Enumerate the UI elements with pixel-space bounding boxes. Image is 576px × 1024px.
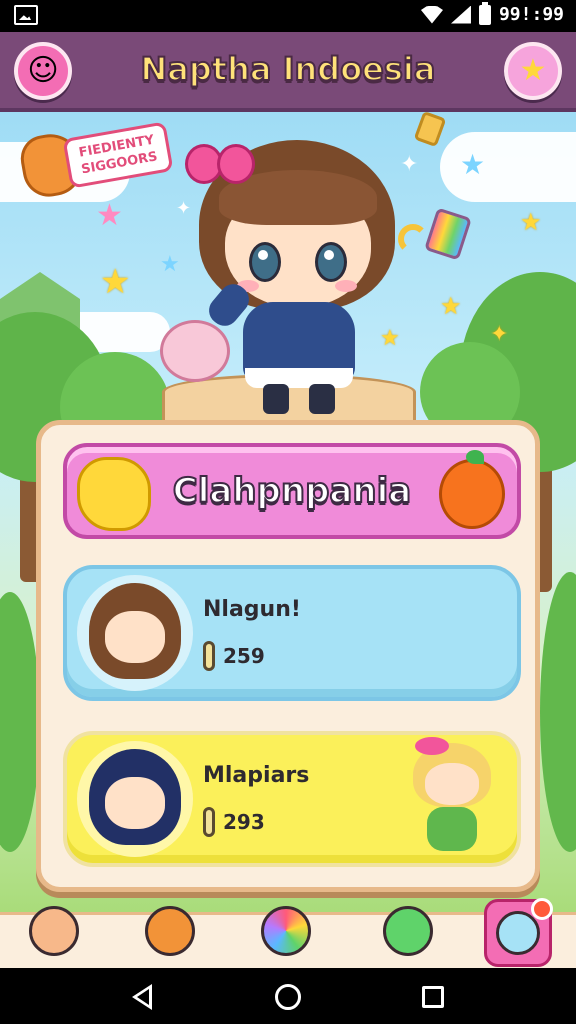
- card-score: 293: [223, 810, 265, 834]
- character-avatar: [77, 575, 193, 691]
- character-blush: [335, 280, 357, 292]
- character-eye: [249, 242, 281, 282]
- card-score-row: 259: [203, 641, 265, 671]
- emoji-badge-button[interactable]: ☺: [14, 42, 72, 100]
- status-right: 99!:99: [420, 1, 564, 25]
- character-card[interactable]: Mlapiars 293: [63, 731, 521, 867]
- nav-slime-button[interactable]: [378, 901, 438, 961]
- star-icon: ★: [160, 252, 180, 277]
- star-icon: ★: [460, 148, 486, 181]
- avatar-face: [105, 611, 165, 663]
- buddy-character: [407, 735, 497, 855]
- pet-companion[interactable]: [160, 320, 230, 382]
- buddy-face: [425, 763, 479, 805]
- rainbow-tab-icon: [261, 906, 311, 956]
- token-icon: [203, 807, 215, 837]
- hedge: [0, 592, 40, 852]
- hair-bow-icon: [415, 737, 449, 755]
- banner-title: Clahpnpania: [172, 470, 412, 512]
- candy-icon: [424, 207, 472, 261]
- character-leg: [309, 384, 335, 414]
- card-name: Nlagun!: [203, 597, 301, 622]
- status-time: 99!:99: [498, 4, 564, 25]
- candy-icon: [413, 112, 447, 148]
- system-nav-bar: [0, 968, 576, 1024]
- card-score: 259: [223, 644, 265, 668]
- hair-bow-icon: [185, 140, 255, 184]
- recents-icon[interactable]: [422, 986, 444, 1008]
- hedge: [540, 572, 576, 852]
- bottom-nav: [0, 898, 576, 968]
- star-icon: ★: [520, 208, 542, 236]
- nav-bear-button[interactable]: [140, 901, 200, 961]
- star-icon: ★: [100, 262, 131, 302]
- star-icon: ★: [440, 292, 462, 320]
- battery-icon: [478, 1, 491, 25]
- wifi-icon: [420, 5, 443, 24]
- game-header: ☺ Naptha Indoesia ★: [0, 32, 576, 112]
- notification-dot: [531, 898, 553, 920]
- selection-panel: Clahpnpania Nlagun! 259 Mlapiars 293: [36, 420, 540, 892]
- token-icon: [203, 641, 215, 671]
- game-title: Naptha Indoesia: [140, 49, 437, 89]
- bear-tab-icon: [145, 906, 195, 956]
- favorites-button[interactable]: ★: [504, 42, 562, 100]
- character-eye: [315, 242, 347, 282]
- buddy-body: [427, 807, 477, 851]
- event-sign[interactable]: FIEDIENTY SIGGOORS: [17, 121, 174, 201]
- sun-mascot-icon: [77, 457, 151, 531]
- nav-avatar-button[interactable]: [24, 901, 84, 961]
- star-icon: ★: [96, 198, 123, 233]
- character-skirt: [245, 368, 353, 388]
- event-sign-label: FIEDIENTY SIGGOORS: [62, 121, 174, 189]
- star-icon: ★: [519, 53, 547, 88]
- back-icon[interactable]: [130, 984, 156, 1010]
- character-card[interactable]: Nlagun! 259: [63, 565, 521, 701]
- avatar-tab-icon: [29, 906, 79, 956]
- signal-icon: [450, 5, 471, 24]
- home-icon[interactable]: [275, 984, 301, 1010]
- image-icon: [14, 5, 38, 25]
- player-character[interactable]: [185, 130, 415, 420]
- orange-mascot-icon: [439, 450, 505, 529]
- nav-rainbow-button[interactable]: [256, 901, 316, 961]
- avatar-face: [105, 777, 165, 829]
- character-leg: [263, 384, 289, 414]
- nav-profile-button[interactable]: [484, 898, 553, 967]
- card-name: Mlapiars: [203, 763, 310, 788]
- status-bar: 99!:99: [0, 0, 576, 32]
- emoji-badge-icon: ☺: [27, 53, 59, 88]
- card-score-row: 293: [203, 807, 265, 837]
- character-avatar: [77, 741, 193, 857]
- panel-banner[interactable]: Clahpnpania: [63, 443, 521, 539]
- star-icon: ✦: [490, 322, 509, 347]
- profile-tab-icon: [496, 911, 540, 955]
- slime-tab-icon: [383, 906, 433, 956]
